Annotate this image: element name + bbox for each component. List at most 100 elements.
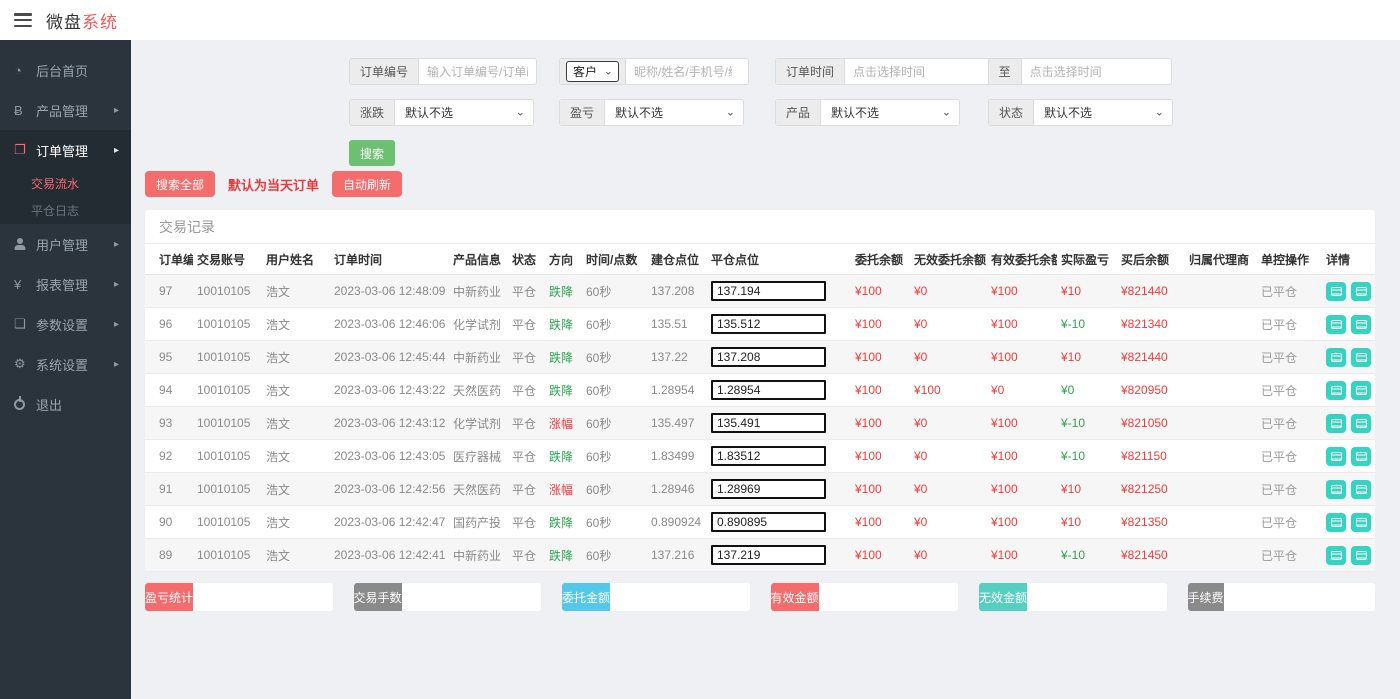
agent-cell	[1185, 274, 1257, 308]
username-cell: 浩文	[262, 538, 330, 572]
stat-value-input[interactable]	[1223, 583, 1375, 611]
sidebar-subitem-平仓日志[interactable]: 平仓日志	[0, 197, 131, 224]
customer-type-select[interactable]: 客户	[566, 61, 619, 82]
detail-button[interactable]	[1351, 347, 1371, 367]
control-detail-icon	[1355, 418, 1367, 428]
sidebar-item-订单管理[interactable]: ❐ 订单管理 ▸	[0, 130, 131, 170]
order-id-cell: 97	[145, 274, 193, 308]
close-price-input[interactable]	[711, 479, 826, 499]
column-header-用户姓名: 用户姓名	[262, 244, 330, 275]
detail-cell	[1322, 274, 1375, 308]
detail-button[interactable]	[1351, 446, 1371, 466]
search-button[interactable]: 搜索	[349, 140, 395, 166]
stat-label: 无效金额	[979, 583, 1028, 611]
order-no-filter: 订单编号	[349, 58, 537, 85]
column-header-平仓点位: 平仓点位	[707, 244, 851, 275]
detail-button[interactable]	[1326, 545, 1346, 565]
sidebar-item-参数设置[interactable]: ❏ 参数设置 ▸	[0, 304, 131, 344]
power-icon	[14, 398, 34, 410]
close-price-input[interactable]	[711, 347, 826, 367]
filter-select-group-状态: 状态 默认不选 ⌄	[988, 99, 1173, 126]
detail-button[interactable]	[1351, 314, 1371, 334]
order-detail-icon	[1330, 352, 1342, 362]
trade-records-panel: 交易记录 订单编号交易账号用户姓名订单时间产品信息状态方向时间/点数建仓点位平仓…	[145, 210, 1375, 572]
sidebar-item-退出[interactable]: 退出	[0, 384, 131, 424]
control-status-cell: 已平仓	[1257, 472, 1322, 506]
status-cell: 平仓	[508, 307, 545, 341]
detail-button[interactable]	[1326, 281, 1346, 301]
column-header-买后余额: 买后余额	[1117, 244, 1185, 275]
detail-button[interactable]	[1351, 545, 1371, 565]
close-price-input[interactable]	[711, 545, 826, 565]
chevron-right-icon: ▸	[113, 278, 119, 290]
close-price-input[interactable]	[711, 446, 826, 466]
detail-button[interactable]	[1326, 446, 1346, 466]
sidebar-group: Ƀ 产品管理 ▸	[0, 90, 131, 130]
invalid-entrust-cell: ¥0	[910, 439, 987, 473]
direction-cell: 跌降	[545, 505, 582, 539]
stat-value-input[interactable]	[1027, 583, 1167, 611]
order-no-input[interactable]	[419, 59, 536, 84]
filter-select-状态[interactable]: 默认不选	[1034, 100, 1172, 125]
sidebar-item-系统设置[interactable]: ⚙ 系统设置 ▸	[0, 344, 131, 384]
sidebar-item-产品管理[interactable]: Ƀ 产品管理 ▸	[0, 90, 131, 130]
detail-cell	[1322, 472, 1375, 506]
close-price-input[interactable]	[711, 314, 826, 334]
control-detail-icon	[1355, 286, 1367, 296]
detail-button[interactable]	[1326, 512, 1346, 532]
close-price-input[interactable]	[711, 281, 826, 301]
app-title: 微盘系统	[46, 8, 118, 33]
sidebar: ◔ 后台首页 Ƀ 产品管理 ▸ ❐ 订单管理 ▸ 交易流水 平仓日志 用户管理 ▸ ¥ 报表管理 ▸ ❏ 参数设…	[0, 40, 131, 699]
detail-button[interactable]	[1351, 281, 1371, 301]
sidebar-item-用户管理[interactable]: 用户管理 ▸	[0, 224, 131, 264]
filter-select-产品[interactable]: 默认不选	[821, 100, 959, 125]
product-cell: 天然医药	[449, 472, 508, 506]
detail-button[interactable]	[1351, 512, 1371, 532]
order-id-cell: 90	[145, 505, 193, 539]
detail-button[interactable]	[1326, 479, 1346, 499]
agent-cell	[1185, 307, 1257, 341]
close-price-input[interactable]	[711, 380, 826, 400]
direction-cell: 跌降	[545, 274, 582, 308]
close-price-input[interactable]	[711, 413, 826, 433]
order-time-cell: 2023-03-06 12:42:47	[330, 505, 449, 539]
stat-value-input[interactable]	[610, 583, 750, 611]
column-header-归属代理商: 归属代理商	[1185, 244, 1257, 275]
detail-button[interactable]	[1326, 347, 1346, 367]
customer-input[interactable]	[626, 59, 740, 84]
hamburger-menu-icon[interactable]	[14, 13, 32, 27]
detail-button[interactable]	[1351, 380, 1371, 400]
stat-value-input[interactable]	[193, 583, 333, 611]
search-all-button[interactable]: 搜索全部	[145, 171, 216, 197]
column-header-方向: 方向	[545, 244, 582, 275]
control-detail-icon	[1355, 484, 1367, 494]
time-from-input[interactable]	[845, 59, 988, 84]
stat-group-无效金额: 无效金额	[979, 583, 1167, 611]
sidebar-group: ¥ 报表管理 ▸	[0, 264, 131, 304]
sidebar-item-报表管理[interactable]: ¥ 报表管理 ▸	[0, 264, 131, 304]
account-cell: 10010105	[193, 406, 262, 440]
detail-button[interactable]	[1351, 479, 1371, 499]
valid-entrust-cell: ¥100	[987, 307, 1057, 341]
customer-filter: 客户 ⌄	[559, 58, 749, 85]
yen-icon: ¥	[14, 276, 22, 292]
sidebar-item-后台首页[interactable]: ◔ 后台首页	[0, 50, 131, 90]
detail-button[interactable]	[1326, 314, 1346, 334]
stat-value-input[interactable]	[401, 583, 541, 611]
close-price-input[interactable]	[711, 512, 826, 532]
control-detail-icon	[1355, 319, 1367, 329]
action-row: 搜索全部 默认为当天订单 自动刷新	[145, 171, 403, 197]
filter-select-盈亏[interactable]: 默认不选	[605, 100, 743, 125]
duration-cell: 60秒	[582, 274, 647, 308]
filter-select-涨跌[interactable]: 默认不选	[395, 100, 533, 125]
detail-button[interactable]	[1326, 380, 1346, 400]
auto-refresh-button[interactable]: 自动刷新	[332, 171, 403, 197]
product-cell: 天然医药	[449, 373, 508, 407]
sidebar-item-label: 后台首页	[36, 63, 89, 79]
detail-button[interactable]	[1326, 413, 1346, 433]
detail-button[interactable]	[1351, 413, 1371, 433]
stat-value-input[interactable]	[818, 583, 958, 611]
time-to-input[interactable]	[1021, 59, 1171, 84]
column-header-订单时间: 订单时间	[330, 244, 449, 275]
sidebar-subitem-交易流水[interactable]: 交易流水	[0, 170, 131, 197]
